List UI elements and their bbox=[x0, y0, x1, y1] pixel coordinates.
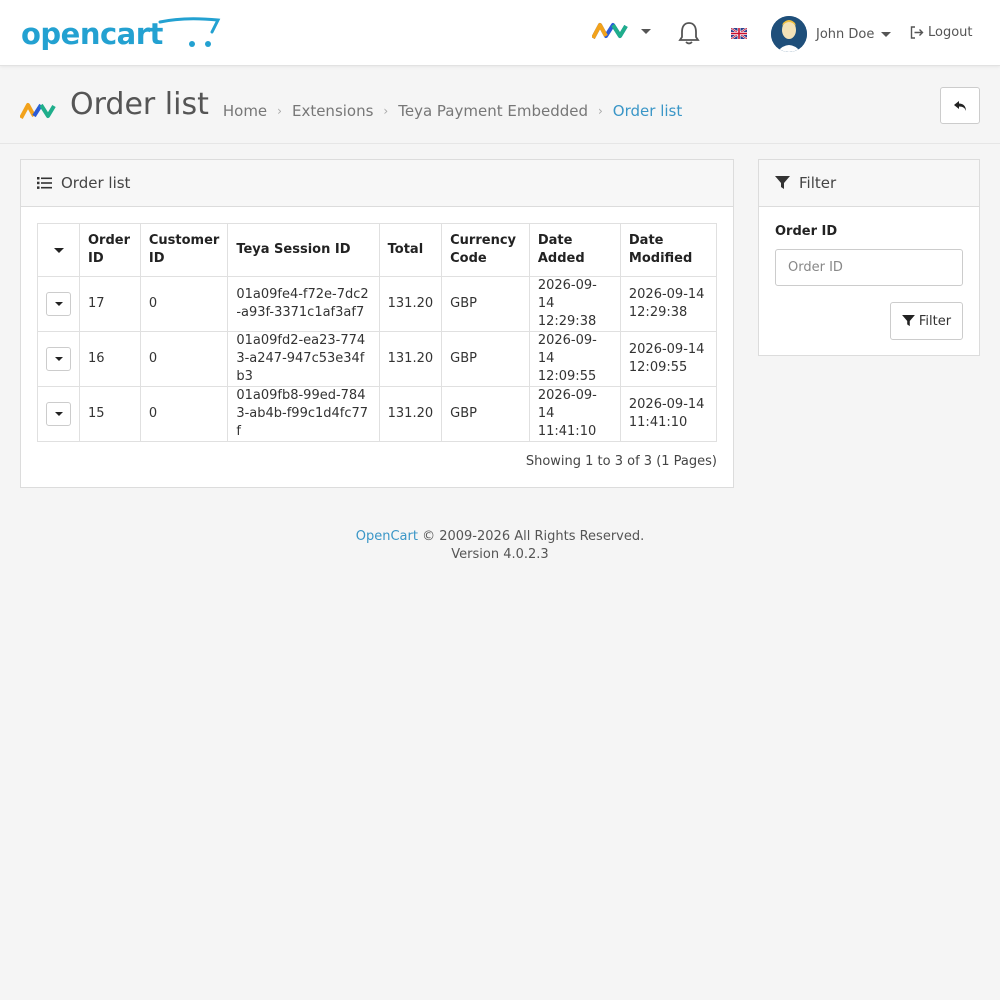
cart-logo-icon bbox=[158, 17, 221, 47]
cell-order-id: 16 bbox=[79, 331, 141, 387]
cell-session-id: 01a09fb8-99ed-7843-ab4b-f99c1d4fc77f bbox=[227, 386, 380, 442]
filter-card-header: Filter bbox=[759, 160, 979, 207]
column-currency[interactable]: Currency Code bbox=[441, 223, 530, 277]
column-date-added[interactable]: Date Added bbox=[528, 223, 621, 277]
copyright-text: © 2009-2026 All Rights Reserved. bbox=[422, 529, 645, 544]
column-customer-id[interactable]: Customer ID bbox=[139, 223, 229, 277]
cell-date-modified: 2026-09-14 12:09:55 bbox=[619, 331, 718, 387]
cell-currency: GBP bbox=[441, 331, 530, 387]
chevron-down-icon bbox=[641, 28, 651, 34]
bulk-action-header[interactable] bbox=[37, 223, 80, 277]
bell-icon bbox=[678, 22, 700, 45]
opencart-link[interactable]: OpenCart bbox=[356, 529, 418, 544]
breadcrumb-home[interactable]: Home bbox=[223, 102, 267, 120]
row-dropdown-button[interactable] bbox=[46, 347, 71, 371]
cell-currency: GBP bbox=[441, 386, 530, 442]
chevron-right-icon: › bbox=[277, 104, 282, 118]
chevron-down-icon bbox=[881, 31, 892, 37]
reply-icon bbox=[954, 100, 966, 111]
row-action-cell bbox=[37, 276, 80, 332]
cell-order-id: 15 bbox=[79, 386, 141, 442]
teya-logo-icon bbox=[592, 23, 628, 39]
row-dropdown-button[interactable] bbox=[46, 402, 71, 426]
language-switcher[interactable] bbox=[731, 28, 747, 39]
column-date-modified[interactable]: Date Modified bbox=[619, 223, 718, 277]
version-text: Version 4.0.2.3 bbox=[451, 547, 549, 562]
filter-icon bbox=[901, 315, 915, 327]
order-list-card-title: Order list bbox=[61, 174, 131, 192]
cell-date-added: 2026-09-14 12:29:38 bbox=[528, 276, 621, 332]
cell-session-id: 01a09fd2-ea23-7743-a247-947c53e34fb3 bbox=[227, 331, 380, 387]
uk-flag-icon bbox=[731, 28, 747, 39]
row-dropdown-button[interactable] bbox=[46, 292, 71, 316]
table-row: 16 0 01a09fd2-ea23-7743-a247-947c53e34fb… bbox=[37, 331, 718, 387]
logo-text: opencart bbox=[21, 17, 163, 51]
breadcrumb-current[interactable]: Order list bbox=[613, 102, 682, 120]
cell-order-id: 17 bbox=[79, 276, 141, 332]
filter-icon bbox=[775, 176, 790, 189]
user-menu[interactable]: John Doe bbox=[771, 16, 892, 52]
teya-logo-icon bbox=[20, 103, 56, 119]
cell-date-added: 2026-09-14 11:41:10 bbox=[528, 386, 621, 442]
filter-card-title: Filter bbox=[799, 174, 837, 192]
cell-customer-id: 0 bbox=[139, 331, 229, 387]
top-header: opencart John Doe Logout bbox=[0, 0, 1000, 66]
cell-date-added: 2026-09-14 12:09:55 bbox=[528, 331, 621, 387]
back-button[interactable] bbox=[940, 87, 980, 124]
cell-total: 131.20 bbox=[378, 386, 443, 442]
breadcrumb-extensions[interactable]: Extensions bbox=[292, 102, 373, 120]
notifications-button[interactable] bbox=[678, 20, 700, 46]
breadcrumb: Home › Extensions › Teya Payment Embedde… bbox=[223, 102, 682, 120]
store-switcher[interactable] bbox=[592, 22, 651, 40]
footer: OpenCart © 2009-2026 All Rights Reserved… bbox=[0, 528, 1000, 564]
row-action-cell bbox=[37, 331, 80, 387]
breadcrumb-teya[interactable]: Teya Payment Embedded bbox=[398, 102, 588, 120]
caret-down-icon bbox=[53, 247, 64, 253]
cell-date-modified: 2026-09-14 11:41:10 bbox=[619, 386, 718, 442]
caret-down-icon bbox=[54, 412, 63, 416]
header-divider bbox=[0, 143, 1000, 144]
sign-out-icon bbox=[910, 26, 924, 39]
column-session-id[interactable]: Teya Session ID bbox=[227, 223, 380, 277]
opencart-logo[interactable]: opencart bbox=[21, 16, 221, 52]
cell-date-modified: 2026-09-14 12:29:38 bbox=[619, 276, 718, 332]
row-action-cell bbox=[37, 386, 80, 442]
footer-copyright-line: OpenCart © 2009-2026 All Rights Reserved… bbox=[0, 528, 1000, 546]
order-id-input[interactable] bbox=[775, 249, 963, 286]
column-total[interactable]: Total bbox=[378, 223, 443, 277]
table-header-row: Order ID Customer ID Teya Session ID Tot… bbox=[37, 223, 718, 277]
cell-customer-id: 0 bbox=[139, 386, 229, 442]
cell-total: 131.20 bbox=[378, 331, 443, 387]
filter-button-label: Filter bbox=[918, 313, 952, 329]
avatar bbox=[771, 16, 807, 52]
cell-customer-id: 0 bbox=[139, 276, 229, 332]
column-order-id[interactable]: Order ID bbox=[79, 223, 141, 277]
order-list-card: Order list Order ID Customer ID Teya Ses… bbox=[20, 159, 734, 488]
logout-link[interactable]: Logout bbox=[910, 25, 973, 40]
table-row: 15 0 01a09fb8-99ed-7843-ab4b-f99c1d4fc77… bbox=[37, 386, 718, 442]
cell-session-id: 01a09fe4-f72e-7dc2-a93f-3371c1af3af7 bbox=[227, 276, 380, 332]
cell-total: 131.20 bbox=[378, 276, 443, 332]
order-table: Order ID Customer ID Teya Session ID Tot… bbox=[37, 223, 718, 442]
table-row: 17 0 01a09fe4-f72e-7dc2-a93f-3371c1af3af… bbox=[37, 276, 718, 332]
pagination-summary: Showing 1 to 3 of 3 (1 Pages) bbox=[525, 454, 717, 469]
order-id-label: Order ID bbox=[775, 224, 838, 239]
page-title: Order list bbox=[70, 87, 209, 122]
caret-down-icon bbox=[54, 357, 63, 361]
chevron-right-icon: › bbox=[597, 104, 603, 118]
chevron-right-icon: › bbox=[383, 104, 389, 118]
cell-currency: GBP bbox=[441, 276, 530, 332]
caret-down-icon bbox=[54, 302, 63, 306]
list-icon bbox=[37, 177, 52, 189]
filter-button[interactable]: Filter bbox=[890, 302, 963, 340]
logout-label: Logout bbox=[928, 25, 973, 40]
page-header: Order list Home › Extensions › Teya Paym… bbox=[20, 86, 682, 124]
user-name: John Doe bbox=[816, 26, 875, 42]
filter-card: Filter Order ID Filter bbox=[758, 159, 980, 356]
order-list-card-header: Order list bbox=[21, 160, 733, 207]
